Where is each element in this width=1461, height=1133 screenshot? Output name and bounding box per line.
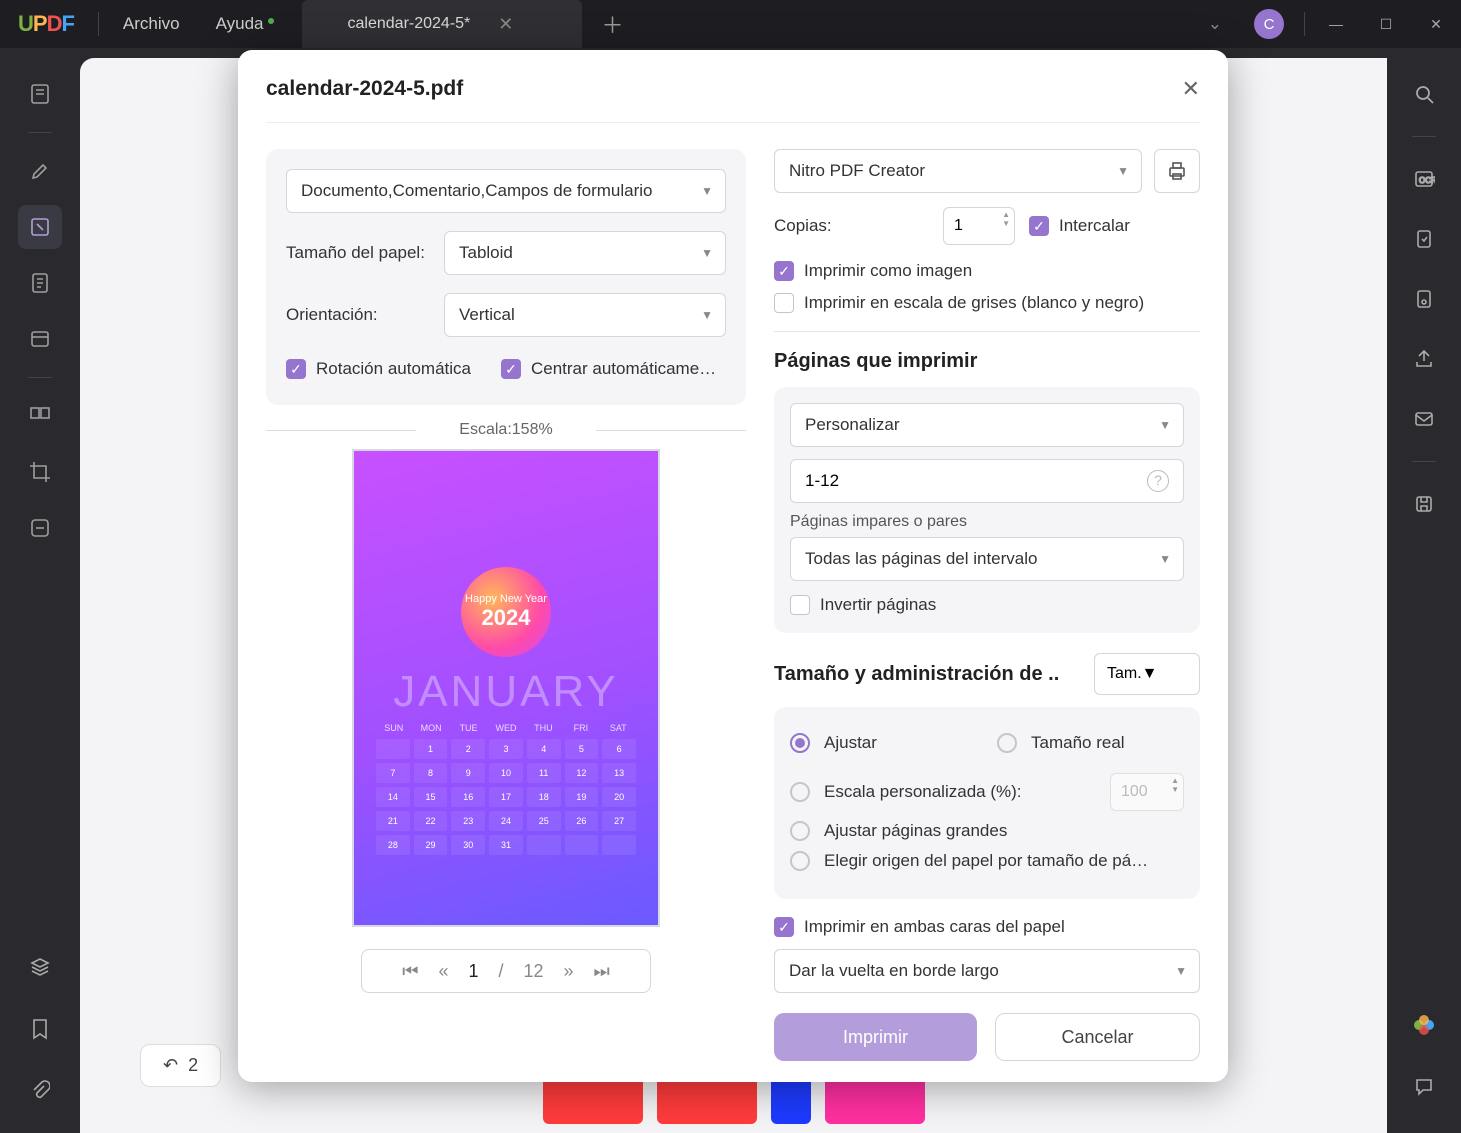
collate-checkbox[interactable]: ✓Intercalar <box>1029 216 1130 236</box>
add-tab-button[interactable]: ＋ <box>602 8 624 40</box>
print-button[interactable]: Imprimir <box>774 1013 977 1061</box>
attachment-icon[interactable] <box>18 1069 62 1113</box>
preview-pager: ⏮ « 1 / 12 » ⏭ <box>361 949 651 993</box>
tab-title: calendar-2024-5* <box>348 15 471 33</box>
close-dialog-button[interactable]: ✕ <box>1182 76 1200 102</box>
pages-section-title: Páginas que imprimir <box>774 350 1200 373</box>
minimize-button[interactable]: ― <box>1311 0 1361 48</box>
printer-select[interactable]: Nitro PDF Creator▼ <box>774 149 1142 193</box>
menu-archivo[interactable]: Archivo <box>105 14 198 34</box>
crop-tool-icon[interactable] <box>18 450 62 494</box>
orientation-label: Orientación: <box>286 305 444 325</box>
form-tool-icon[interactable] <box>18 317 62 361</box>
fit-large-radio[interactable]: Ajustar páginas grandes <box>790 821 1184 841</box>
orientation-select[interactable]: Vertical▼ <box>444 293 726 337</box>
odd-even-label: Páginas impares o pares <box>790 513 1184 531</box>
copies-label: Copias: <box>774 216 929 236</box>
grayscale-checkbox[interactable]: Imprimir en escala de grises (blanco y n… <box>774 293 1200 313</box>
undo-indicator[interactable]: ↶ 2 <box>140 1044 221 1087</box>
dialog-title: calendar-2024-5.pdf <box>266 77 463 101</box>
protect-icon[interactable] <box>1402 277 1446 321</box>
odd-even-select[interactable]: Todas las páginas del intervalo▼ <box>790 537 1184 581</box>
fit-radio[interactable]: Ajustar <box>790 733 977 753</box>
app-logo: UPDF <box>0 11 92 37</box>
redact-tool-icon[interactable] <box>18 506 62 550</box>
cancel-button[interactable]: Cancelar <box>995 1013 1200 1061</box>
pages-mode-select[interactable]: Personalizar▼ <box>790 403 1184 447</box>
bookmark-icon[interactable] <box>18 1007 62 1051</box>
prev-page-button[interactable]: « <box>438 961 448 982</box>
invert-pages-checkbox[interactable]: Invertir páginas <box>790 595 1184 615</box>
undo-count: 2 <box>188 1055 198 1076</box>
page-range-input[interactable]: 1-12? <box>790 459 1184 503</box>
email-icon[interactable] <box>1402 397 1446 441</box>
first-page-button[interactable]: ⏮ <box>402 961 418 982</box>
custom-scale-radio[interactable]: Escala personalizada (%): 100▲▼ <box>790 773 1184 811</box>
paper-size-select[interactable]: Tabloid▼ <box>444 231 726 275</box>
comment-icon[interactable] <box>1402 1065 1446 1109</box>
print-as-image-checkbox[interactable]: ✓Imprimir como imagen <box>774 261 1200 281</box>
menu-ayuda[interactable]: Ayuda <box>198 14 282 34</box>
highlight-tool-icon[interactable] <box>18 149 62 193</box>
content-select[interactable]: Documento,Comentario,Campos de formulari… <box>286 169 726 213</box>
organize-tool-icon[interactable] <box>18 394 62 438</box>
chevron-down-icon[interactable]: ⌄ <box>1190 14 1240 34</box>
layers-icon[interactable] <box>18 945 62 989</box>
copies-input[interactable]: 1▲▼ <box>943 207 1015 245</box>
undo-icon: ↶ <box>163 1055 178 1076</box>
printer-properties-button[interactable] <box>1154 149 1200 193</box>
flip-select[interactable]: Dar la vuelta en borde largo▼ <box>774 949 1200 993</box>
paper-size-label: Tamaño del papel: <box>286 243 444 263</box>
document-tab[interactable]: calendar-2024-5* ✕ <box>302 0 582 48</box>
edit-tool-icon[interactable] <box>18 205 62 249</box>
left-toolbar <box>0 48 80 1133</box>
svg-text:OCR: OCR <box>1419 176 1435 185</box>
maximize-button[interactable]: ☐ <box>1361 0 1411 48</box>
reader-tool-icon[interactable] <box>18 72 62 116</box>
print-dialog: calendar-2024-5.pdf ✕ Documento,Comentar… <box>238 50 1228 1082</box>
page-preview: Happy New Year2024 JANUARY SUNMONTUEWEDT… <box>352 449 660 927</box>
right-toolbar: OCR <box>1387 48 1461 1133</box>
paper-source-radio[interactable]: Elegir origen del papel por tamaño de pá… <box>790 851 1184 871</box>
close-icon[interactable]: ✕ <box>498 14 513 35</box>
scale-readout: Escala:158% <box>266 421 746 439</box>
size-section-title: Tamaño y administración de .. <box>774 663 1084 686</box>
share-icon[interactable] <box>1402 337 1446 381</box>
title-bar: UPDF Archivo Ayuda calendar-2024-5* ✕ ＋ … <box>0 0 1461 48</box>
last-page-button[interactable]: ⏭ <box>594 961 610 982</box>
save-icon[interactable] <box>1402 482 1446 526</box>
search-icon[interactable] <box>1402 72 1446 116</box>
convert-icon[interactable] <box>1402 217 1446 261</box>
help-icon[interactable]: ? <box>1147 470 1169 492</box>
size-mode-select[interactable]: Tam.▼ <box>1094 653 1200 695</box>
ai-icon[interactable] <box>1402 1003 1446 1047</box>
close-window-button[interactable]: ✕ <box>1411 0 1461 48</box>
auto-rotate-checkbox[interactable]: ✓Rotación automática <box>286 359 471 379</box>
ocr-icon[interactable]: OCR <box>1402 157 1446 201</box>
custom-scale-input: 100▲▼ <box>1110 773 1184 811</box>
actual-size-radio[interactable]: Tamaño real <box>997 733 1184 753</box>
duplex-checkbox[interactable]: ✓Imprimir en ambas caras del papel <box>774 917 1200 937</box>
user-avatar[interactable]: C <box>1254 9 1284 39</box>
pager-current: 1 <box>468 961 478 982</box>
pager-total: 12 <box>524 961 544 982</box>
auto-center-checkbox[interactable]: ✓Centrar automáticame… <box>501 359 716 379</box>
next-page-button[interactable]: » <box>564 961 574 982</box>
pages-tool-icon[interactable] <box>18 261 62 305</box>
